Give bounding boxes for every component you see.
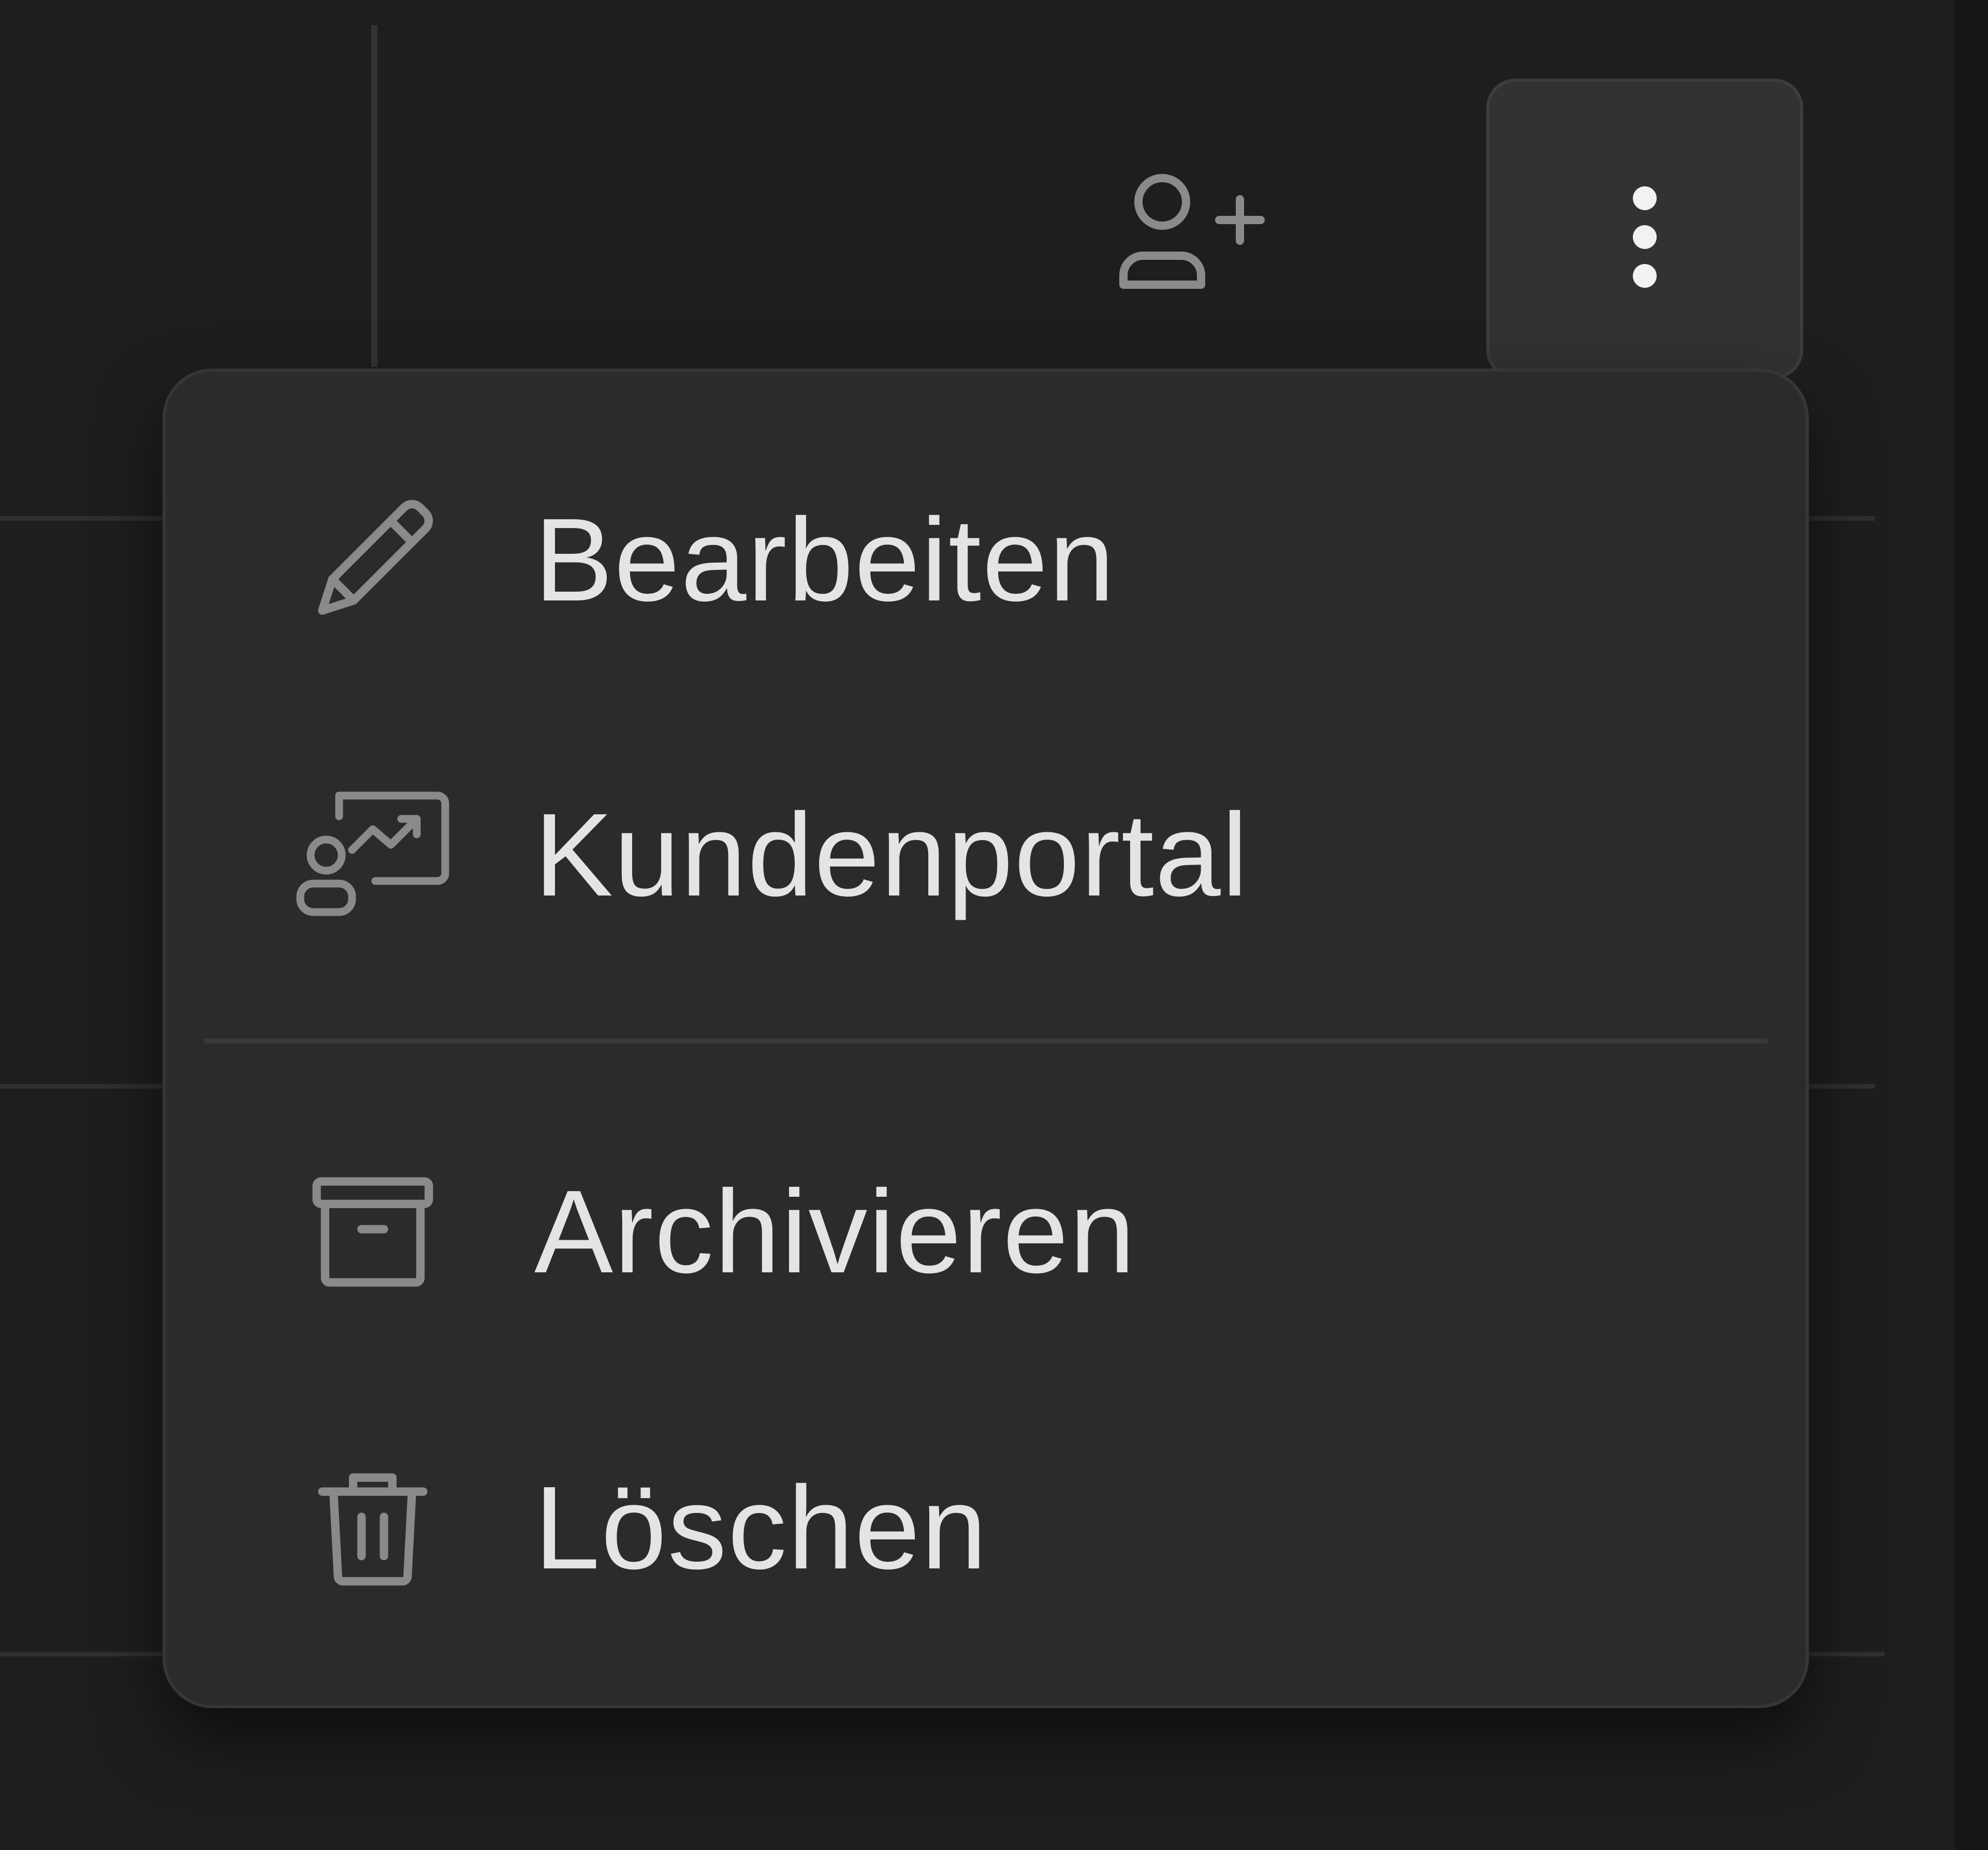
more-options-button[interactable] <box>1486 79 1803 379</box>
context-menu: Bearbeiten Kundenportal Archivieren Lösc… <box>163 369 1809 1708</box>
scrollbar-track[interactable] <box>1955 0 1988 1850</box>
menu-item-label: Löschen <box>534 1462 988 1594</box>
menu-item-customer-portal[interactable]: Kundenportal <box>166 741 1806 969</box>
column-divider <box>371 25 377 367</box>
user-plus-icon <box>1110 168 1266 298</box>
menu-item-archive[interactable]: Archivieren <box>166 1118 1806 1346</box>
add-user-button[interactable] <box>1103 166 1274 300</box>
menu-divider <box>204 1038 1767 1044</box>
menu-item-label: Archivieren <box>534 1166 1136 1298</box>
menu-item-edit[interactable]: Bearbeiten <box>166 446 1806 674</box>
trash-icon <box>295 1450 450 1606</box>
pencil-icon <box>295 482 450 638</box>
menu-item-label: Bearbeiten <box>534 494 1116 626</box>
table-view-background: Bearbeiten Kundenportal Archivieren Lösc… <box>0 0 1988 1850</box>
menu-item-label: Kundenportal <box>534 789 1249 921</box>
more-vertical-icon <box>1629 185 1660 289</box>
customer-portal-icon <box>295 777 450 933</box>
archive-icon <box>295 1154 450 1310</box>
menu-item-delete[interactable]: Löschen <box>166 1414 1806 1642</box>
